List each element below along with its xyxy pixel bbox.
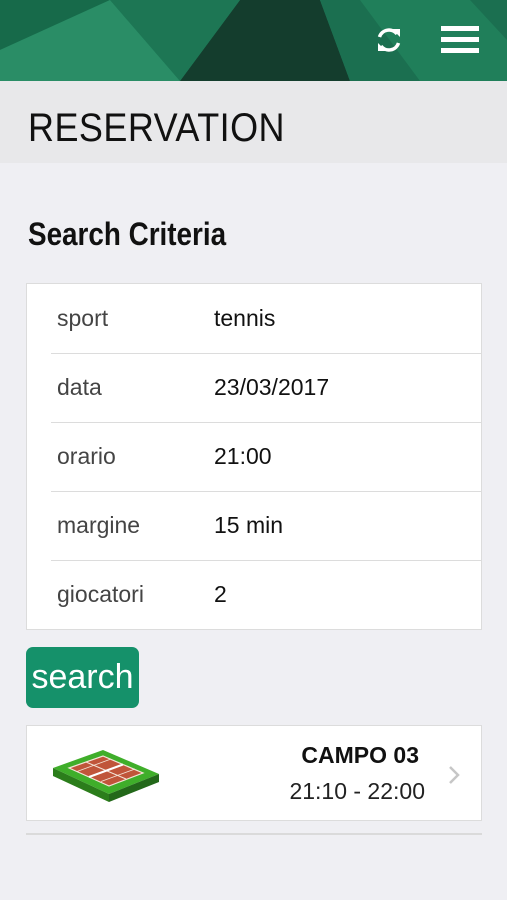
refresh-icon — [377, 28, 401, 52]
criteria-value: tennis — [214, 305, 276, 331]
hamburger-menu-icon — [441, 26, 479, 53]
criteria-label: data — [57, 374, 102, 400]
criteria-label: sport — [57, 305, 109, 331]
criteria-value: 21:00 — [214, 443, 272, 469]
criteria-row-margine[interactable]: margine 15 min — [51, 491, 481, 561]
court-name: CAMPO 03 — [301, 742, 419, 768]
search-criteria-title: Search Criteria — [28, 216, 227, 252]
refresh-button[interactable] — [367, 18, 411, 62]
criteria-row-data[interactable]: data 23/03/2017 — [51, 353, 481, 423]
criteria-label: giocatori — [57, 581, 144, 607]
criteria-label: margine — [57, 512, 141, 538]
page-title: RESERVATION — [28, 106, 286, 150]
criteria-value: 2 — [214, 581, 227, 607]
criteria-value: 23/03/2017 — [214, 374, 330, 400]
criteria-label: orario — [57, 443, 116, 469]
criteria-row-sport[interactable]: sport tennis — [51, 284, 481, 354]
criteria-row-giocatori[interactable]: giocatori 2 — [51, 560, 481, 629]
result-item[interactable]: CAMPO 03 21:10 - 22:00 — [26, 725, 482, 821]
app-header — [0, 0, 507, 81]
list-divider — [26, 833, 482, 835]
chevron-right-icon — [449, 766, 460, 784]
slot-time: 21:10 - 22:00 — [289, 778, 425, 804]
criteria-value: 15 min — [214, 512, 284, 538]
header-background — [0, 0, 507, 81]
menu-button[interactable] — [438, 18, 482, 62]
criteria-row-orario[interactable]: orario 21:00 — [51, 422, 481, 492]
search-button[interactable]: search — [26, 647, 139, 708]
tennis-court-icon — [53, 750, 159, 802]
search-criteria-table: sport tennis data 23/03/2017 orario 21:0… — [26, 283, 482, 630]
